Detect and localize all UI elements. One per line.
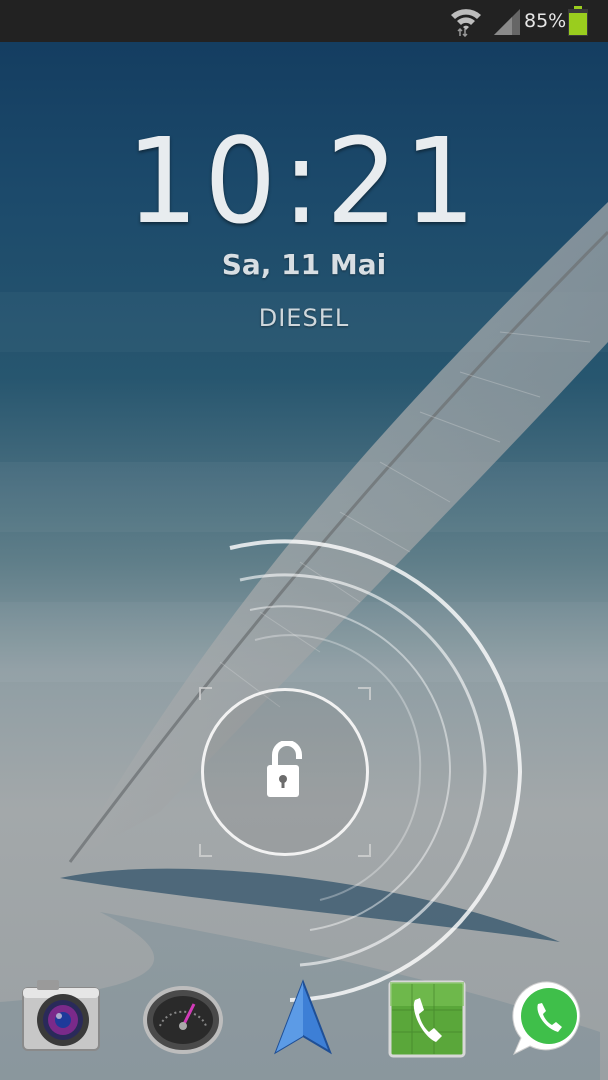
wifi-icon	[451, 9, 481, 37]
whatsapp-icon[interactable]	[504, 970, 594, 1066]
lockscreen-shortcut-dock	[0, 970, 608, 1070]
speedometer-icon[interactable]	[138, 970, 228, 1066]
lockscreen-clock: 10:21	[126, 112, 482, 250]
battery-percent: 85%	[524, 10, 567, 32]
phone-icon[interactable]	[382, 970, 472, 1066]
camera-icon[interactable]	[15, 970, 105, 1066]
status-bar: 85%	[0, 0, 608, 42]
battery-icon	[568, 6, 588, 36]
lockscreen-date: Sa, 11 Mai	[221, 248, 387, 281]
owner-info: DIESEL	[258, 304, 350, 332]
unlock-button[interactable]	[201, 688, 369, 856]
navigation-arrow-icon[interactable]	[258, 970, 348, 1066]
unlock-padlock-icon	[267, 741, 302, 797]
cell-signal-icon	[494, 9, 520, 35]
